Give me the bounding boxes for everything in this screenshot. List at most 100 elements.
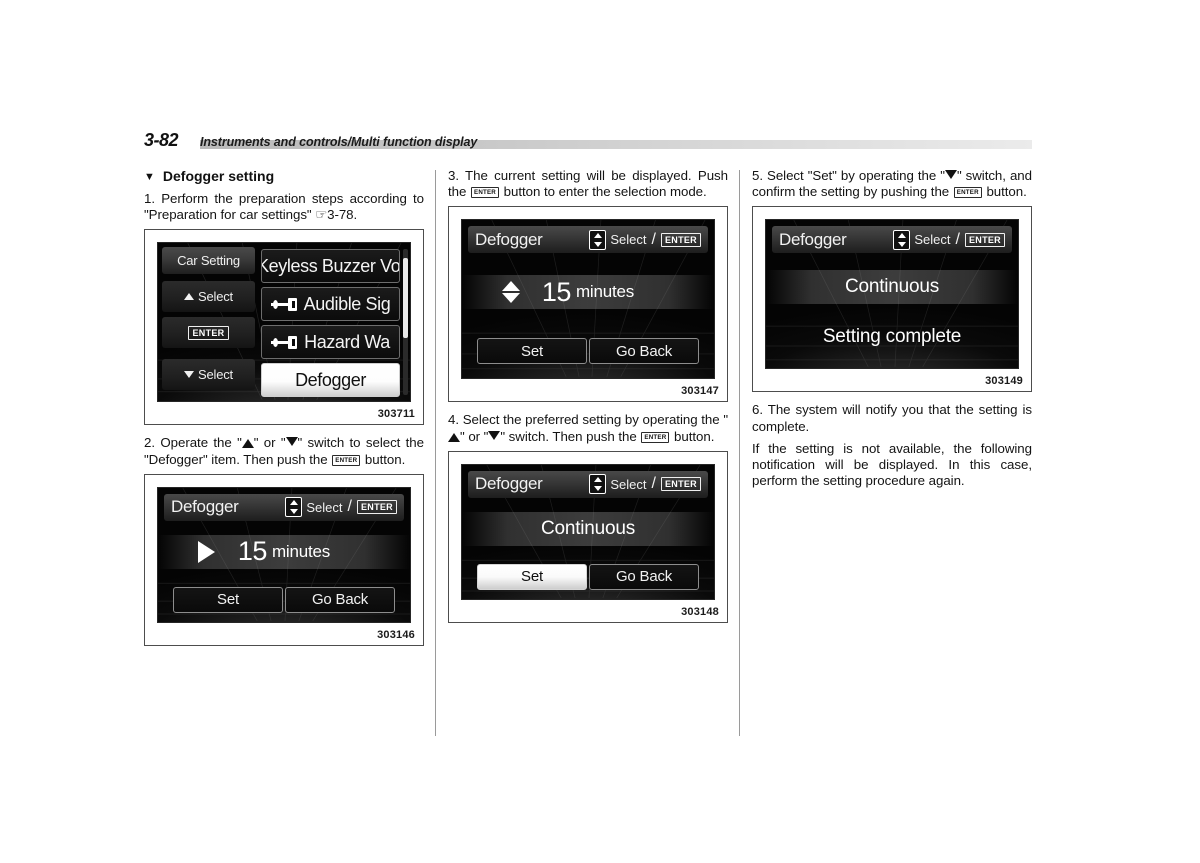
figure-id-303149: 303149 [985, 375, 1023, 388]
step-6-text: 6. The system will notify you that the s… [752, 402, 1032, 434]
hint-select-label: Select [610, 476, 647, 492]
lcd-content-defogger-select: Defogger Select / ENTER 15 minutes Set G… [462, 220, 714, 378]
lcd-content-car-setting: Car Setting Select ENTER Select Keyless … [158, 243, 410, 401]
step-5-part-a: 5. Select "Set" by operating the " [752, 168, 945, 183]
column-3: 5. Select "Set" by operating the " " swit… [752, 168, 1032, 736]
triangle-up-icon [184, 293, 195, 301]
menu-item-label: Keyless Buzzer Vol [261, 255, 400, 276]
figure-3-inner: Defogger Select / ENTER 15 minutes Set G… [449, 207, 727, 383]
defogger-value: Continuous [844, 276, 940, 298]
hint-separator: / [955, 230, 960, 248]
figure-car-setting: Car Setting Select ENTER Select Keyless … [144, 229, 424, 426]
enter-chip-icon: ENTER [332, 454, 361, 466]
defogger-title-label: Defogger [779, 229, 847, 249]
menu-item-hazard-wa[interactable]: Hazard Wa [261, 325, 400, 360]
step-4-part-b: " or " [460, 428, 489, 444]
figure-defogger-15-minutes: Defogger Select / ENTER 15 minutes Set G… [144, 473, 424, 646]
defogger-value-row: Continuous [462, 511, 714, 546]
hint-enter-label: ENTER [356, 500, 397, 515]
go-back-button[interactable]: Go Back [589, 338, 699, 365]
defogger-hint: Select / ENTER [589, 474, 701, 495]
figure-1-inner: Car Setting Select ENTER Select Keyless … [145, 230, 423, 406]
step-4-part-d: button. [674, 428, 715, 444]
step-6-note-text: If the setting is not available, the fol… [752, 440, 1032, 489]
menu-item-label: Defogger [295, 369, 366, 390]
column-2: 3. The current setting will be displayed… [448, 168, 728, 736]
select-down-button[interactable]: Select [162, 359, 255, 391]
step-2-part-a: 2. Operate the " [144, 435, 242, 451]
lcd-screen-setting-complete: Defogger Select / ENTER Continuous Setti [765, 219, 1019, 370]
triangle-up-icon [241, 439, 254, 449]
set-button-label: Set [521, 568, 543, 586]
defogger-title-bar: Defogger Select / ENTER [468, 226, 708, 254]
menu-item-label: Hazard Wa [304, 331, 390, 352]
step-2-part-d: button. [364, 451, 406, 467]
defogger-hint: Select / ENTER [893, 229, 1005, 250]
enter-button[interactable]: ENTER [162, 317, 255, 349]
lcd-content-setting-complete: Defogger Select / ENTER Continuous Setti [766, 220, 1018, 368]
set-button[interactable]: Set [477, 338, 587, 365]
step-3-text: 3. The current setting will be displayed… [448, 168, 728, 200]
hint-enter-label: ENTER [660, 477, 701, 492]
up-down-arrow-icon [893, 229, 911, 250]
section-heading: ▼ Defogger setting [144, 168, 424, 184]
defogger-value-row: Continuous [766, 270, 1018, 305]
lcd-content-continuous-set: Defogger Select / ENTER Continuous Set G… [462, 465, 714, 599]
section-heading-label: Defogger setting [162, 168, 275, 184]
go-back-button[interactable]: Go Back [589, 563, 699, 590]
defogger-value: 15 [237, 536, 268, 567]
defogger-unit: minutes [575, 282, 635, 302]
up-down-arrow-icon [285, 497, 303, 518]
up-down-arrow-icon [589, 474, 607, 495]
go-back-button-label: Go Back [615, 342, 673, 360]
defogger-value: Continuous [540, 517, 636, 539]
go-back-button-label: Go Back [311, 591, 369, 609]
lcd-screen-defogger-15: Defogger Select / ENTER 15 minutes Set G… [157, 486, 411, 623]
figure-defogger-continuous-set: Defogger Select / ENTER Continuous Set G… [448, 450, 728, 623]
step-3-part-b: button to enter the selection mode. [503, 184, 707, 200]
menu-item-defogger[interactable]: Defogger [261, 363, 400, 398]
step-4-part-c: " switch. Then push the [500, 428, 637, 444]
car-setting-title-chip: Car Setting [162, 247, 255, 275]
key-icon [270, 297, 301, 311]
figure-5-inner: Defogger Select / ENTER Continuous Setti [753, 207, 1031, 373]
hint-select-label: Select [914, 232, 951, 248]
figure-id-303711: 303711 [377, 408, 415, 421]
menu-scrollbar[interactable] [403, 249, 408, 396]
enter-chip-icon: ENTER [641, 431, 670, 443]
hint-enter-label: ENTER [660, 232, 701, 247]
set-button[interactable]: Set [173, 586, 283, 613]
page-number: 3-82 [144, 130, 179, 150]
set-button[interactable]: Set [477, 563, 587, 590]
step-1-text: 1. Perform the preparation steps accordi… [144, 191, 424, 223]
go-back-button-label: Go Back [615, 568, 673, 586]
figure-id-303148: 303148 [681, 605, 719, 618]
hint-select-label: Select [610, 232, 647, 248]
lcd-screen-defogger-select: Defogger Select / ENTER 15 minutes Set G… [461, 219, 715, 380]
defogger-unit: minutes [271, 541, 331, 561]
defogger-title-label: Defogger [171, 497, 239, 517]
lcd-screen-continuous-set: Defogger Select / ENTER Continuous Set G… [461, 463, 715, 600]
go-back-button[interactable]: Go Back [285, 586, 395, 613]
up-down-marker-icon [502, 281, 520, 304]
set-button-label: Set [217, 591, 239, 609]
menu-item-audible-sig[interactable]: Audible Sig [261, 287, 400, 322]
figure-defogger-select-mode: Defogger Select / ENTER 15 minutes Set G… [448, 206, 728, 403]
hint-select-label: Select [306, 499, 343, 515]
defogger-title-label: Defogger [475, 474, 543, 494]
enter-chip-icon: ENTER [471, 187, 499, 199]
menu-item-keyless-buzzer-vol[interactable]: Keyless Buzzer Vol [261, 249, 400, 284]
setting-complete-note: Setting complete [822, 326, 962, 348]
step-2-part-b: " or " [253, 435, 286, 451]
select-up-label: Select [198, 289, 233, 305]
hint-separator: / [651, 230, 656, 248]
step-4-text: 4. Select the preferred setting by opera… [448, 412, 728, 444]
enter-label: ENTER [188, 325, 229, 340]
select-up-button[interactable]: Select [162, 281, 255, 313]
figure-id-303146: 303146 [377, 628, 415, 641]
defogger-title-bar: Defogger Select / ENTER [468, 470, 708, 498]
triangle-down-icon [285, 437, 298, 447]
defogger-value-row: 15 minutes [158, 534, 410, 569]
figure-id-303147: 303147 [681, 385, 719, 398]
defogger-title-bar: Defogger Select / ENTER [164, 493, 404, 521]
